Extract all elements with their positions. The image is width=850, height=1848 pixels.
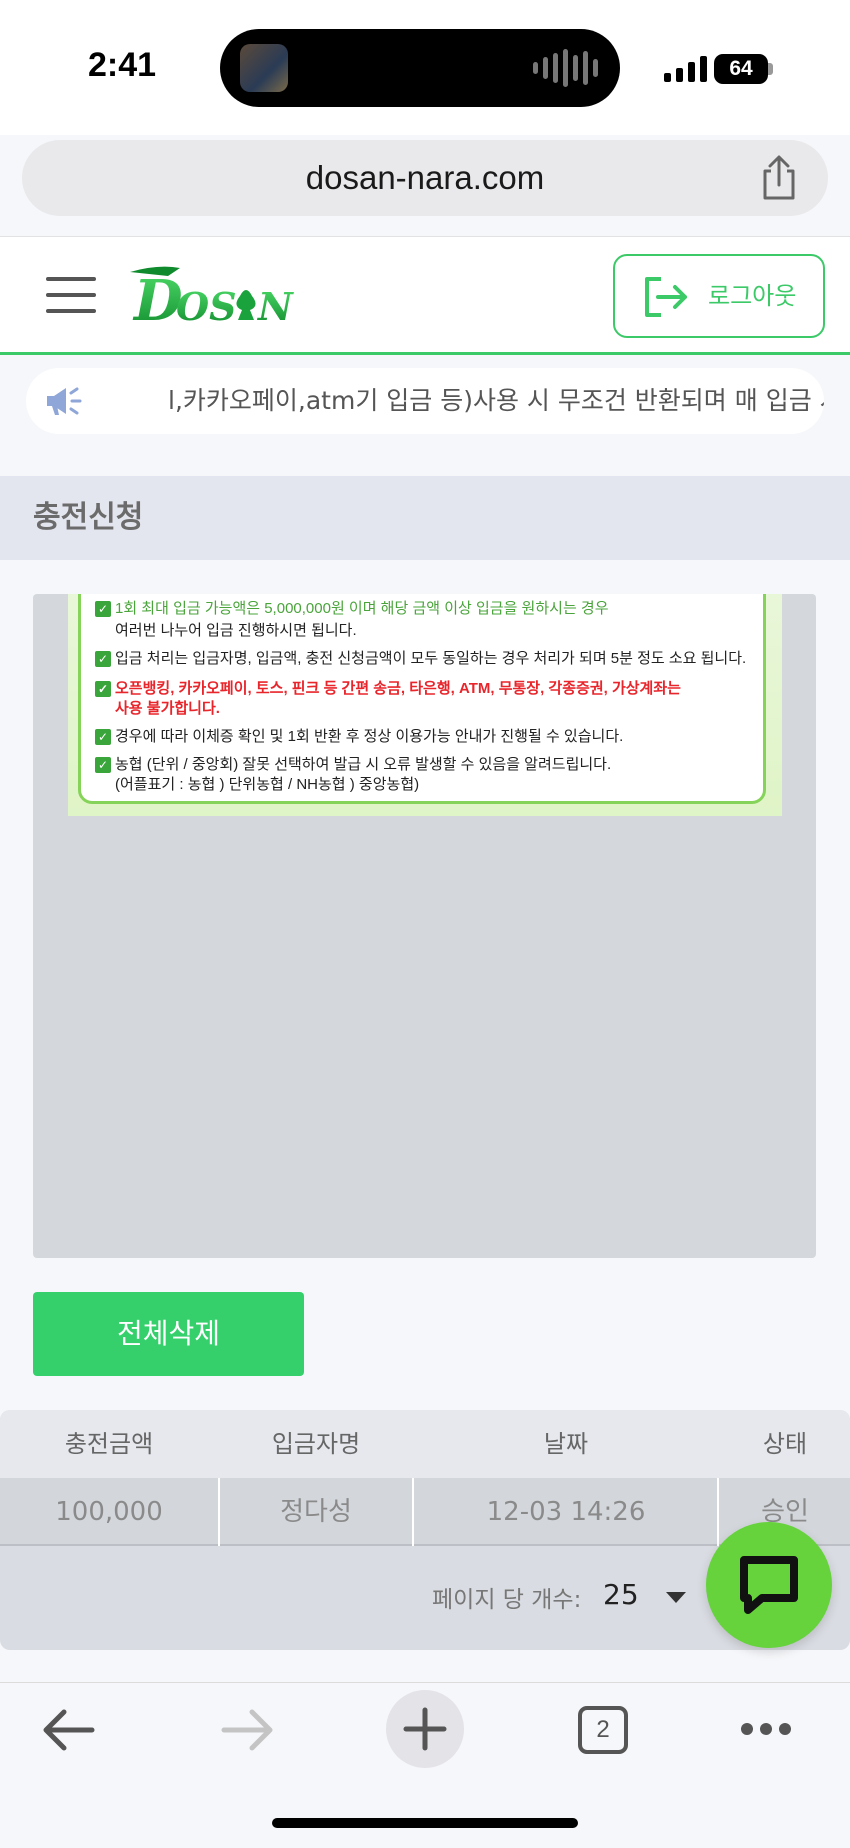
notice-line: 사용 불가합니다. <box>115 700 220 717</box>
cellular-signal-icon <box>664 56 707 82</box>
page-title: 충전신청 <box>33 500 144 535</box>
logout-button[interactable]: 로그아웃 <box>613 254 825 338</box>
more-options-icon[interactable] <box>740 1720 792 1738</box>
cell-depositor: 정다성 <box>280 1497 352 1527</box>
battery-cap <box>768 63 773 75</box>
logout-icon <box>645 277 687 317</box>
dynamic-island[interactable] <box>220 29 620 107</box>
battery-icon: 64 <box>714 54 768 84</box>
column-divider <box>717 1478 719 1546</box>
forward-arrow-icon[interactable] <box>220 1707 276 1753</box>
table-header: 충전금액 입금자명 날짜 상태 <box>0 1410 850 1478</box>
notice-marquee: l,카카오페이,atm기 입금 등)사용 시 무조건 반환되며 매 입금 시 <box>26 368 824 434</box>
back-arrow-icon[interactable] <box>40 1707 96 1753</box>
share-icon[interactable] <box>758 155 800 201</box>
deposit-notice-image: ✓ 1회 최대 입금 가능액은 5,000,000원 이며 해당 금액 이상 입금… <box>68 594 782 816</box>
column-header-date[interactable]: 날짜 <box>414 1410 718 1478</box>
plus-icon[interactable] <box>403 1707 447 1751</box>
cell-amount: 100,000 <box>55 1497 163 1527</box>
table-row[interactable]: 100,000 정다성 12-03 14:26 승인 <box>0 1478 850 1546</box>
deposit-notice-card: ✓ 1회 최대 입금 가능액은 5,000,000원 이며 해당 금액 이상 입금… <box>78 594 766 804</box>
rows-per-page-select[interactable]: 25 <box>603 1578 639 1611</box>
chat-bubble-icon <box>740 1556 798 1614</box>
tabs-button[interactable]: 2 <box>578 1706 628 1754</box>
hamburger-menu-icon[interactable] <box>46 277 96 315</box>
notice-line: ✓ 경우에 따라 이체증 확인 및 1회 반환 후 정상 이용가능 안내가 진행될… <box>95 725 623 746</box>
notice-line: 여러번 나누어 입금 진행하시면 됩니다. <box>115 622 357 639</box>
logout-label: 로그아웃 <box>708 282 797 310</box>
column-header-status[interactable]: 상태 <box>720 1410 850 1478</box>
home-indicator <box>272 1818 578 1828</box>
notice-text: l,카카오페이,atm기 입금 등)사용 시 무조건 반환되며 매 입금 시 <box>168 386 824 415</box>
notice-line: (어플표기 : 농협 ) 단위농협 / NH농협 ) 중앙농협) <box>115 776 420 793</box>
rows-per-page-label: 페이지 당 개수: <box>432 1587 582 1613</box>
section-header: 충전신청 <box>0 476 850 560</box>
delete-all-button[interactable]: 전체삭제 <box>33 1292 304 1376</box>
audio-waveform-icon <box>533 49 598 87</box>
url-text[interactable]: dosan-nara.com <box>22 140 828 216</box>
notice-line: ✓ 입금 처리는 입금자명, 입금액, 충전 신청금액이 모두 동일하는 경우 처… <box>95 647 746 668</box>
notice-line: ✓ 농협 (단위 / 중앙회) 잘못 선택하여 발급 시 오류 발생할 수 있음을… <box>95 753 611 774</box>
megaphone-icon <box>47 387 82 415</box>
svg-text:OS: OS <box>176 284 237 328</box>
column-header-depositor[interactable]: 입금자명 <box>220 1410 412 1478</box>
chat-button[interactable] <box>706 1522 832 1648</box>
svg-text:N: N <box>257 284 294 328</box>
cell-date: 12-03 14:26 <box>486 1497 646 1527</box>
dropdown-caret-icon[interactable] <box>666 1592 686 1603</box>
address-bar[interactable]: dosan-nara.com <box>22 140 828 216</box>
now-playing-thumbnail[interactable] <box>240 44 288 92</box>
dosan-logo[interactable]: D OS N <box>128 262 298 328</box>
notice-line: ✓ 오픈뱅킹, 카카오페이, 토스, 핀크 등 간편 송금, 타은행, ATM, … <box>95 677 681 698</box>
column-header-amount[interactable]: 충전금액 <box>0 1410 218 1478</box>
notice-line: ✓ 1회 최대 입금 가능액은 5,000,000원 이며 해당 금액 이상 입금… <box>95 597 609 618</box>
status-time: 2:41 <box>88 46 157 84</box>
